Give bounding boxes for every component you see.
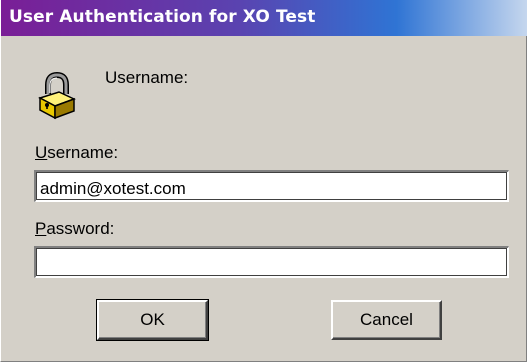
username-label: Username: [35,143,118,163]
ok-button[interactable]: OK [96,299,209,341]
cancel-button[interactable]: Cancel [331,300,442,340]
username-input[interactable] [34,170,509,202]
username-label-rest: sername: [47,143,119,162]
window-title: User Authentication for XO Test [9,7,316,27]
prompt-label: Username: [105,68,189,87]
password-label: Password: [35,219,114,239]
ok-button-label: OK [140,310,165,329]
password-label-mnemonic: P [35,219,47,238]
cancel-button-label: Cancel [360,310,413,329]
auth-dialog: User Authentication for XO Test Username… [0,0,527,362]
lock-icon [38,72,76,120]
password-input[interactable] [34,246,509,278]
title-bar[interactable]: User Authentication for XO Test [1,0,527,36]
password-label-rest: assword: [46,219,115,238]
username-label-mnemonic: U [35,143,48,162]
